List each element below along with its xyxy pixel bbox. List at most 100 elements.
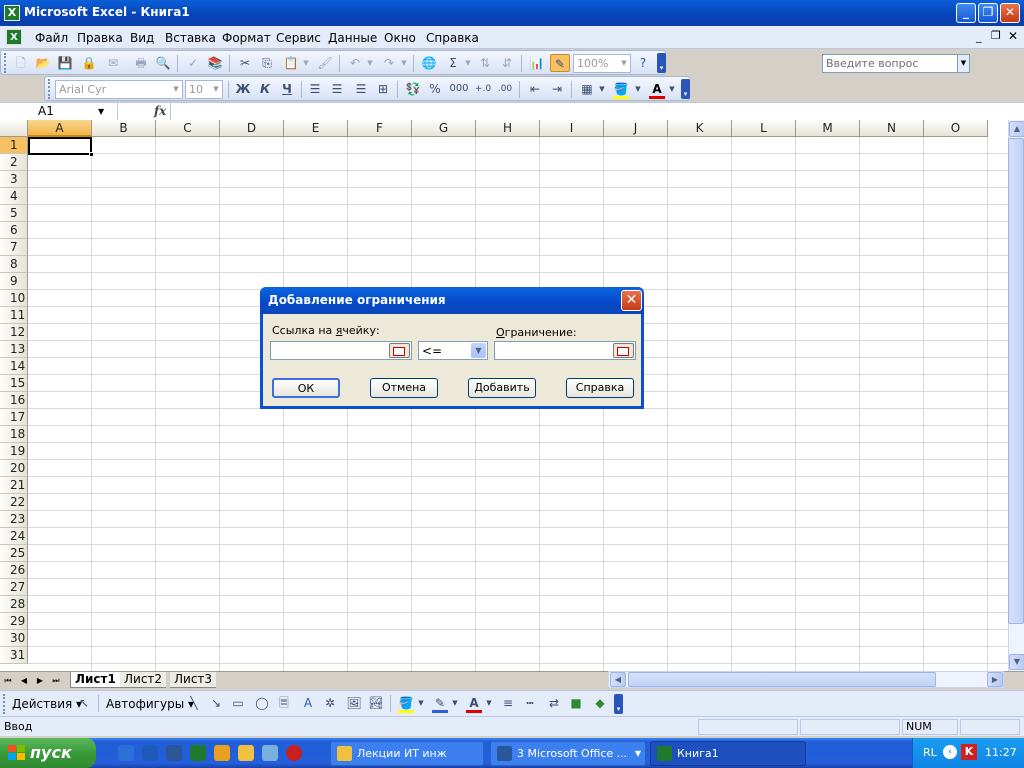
decrease-decimal-icon[interactable]: .00 [495, 80, 515, 98]
row-header-21[interactable]: 21 [0, 477, 28, 494]
merge-center-icon[interactable]: ⊞ [373, 80, 393, 98]
row-header-2[interactable]: 2 [0, 154, 28, 171]
workbook-icon[interactable]: X [6, 29, 22, 45]
horizontal-scroll-thumb[interactable] [628, 672, 936, 687]
start-button[interactable]: пуск [0, 738, 96, 768]
word-icon[interactable] [166, 745, 182, 761]
italic-button[interactable]: К [255, 80, 275, 98]
column-header-g[interactable]: G [412, 120, 476, 137]
column-header-o[interactable]: O [924, 120, 988, 137]
folder-icon[interactable] [238, 745, 254, 761]
scroll-up-icon[interactable]: ▲ [1009, 121, 1024, 137]
undo-icon[interactable]: ↶ [345, 54, 365, 72]
menu-view[interactable]: Вид [130, 31, 154, 45]
chevron-down-icon[interactable]: ▼ [633, 80, 643, 98]
range-select-icon[interactable] [613, 343, 634, 358]
excel-quicklaunch-icon[interactable] [190, 745, 206, 761]
picture-icon[interactable]: 🏞 [366, 694, 386, 712]
font-name-combo[interactable]: Arial Cyr ▼ [55, 80, 183, 99]
3d-icon[interactable]: ◆ [590, 694, 610, 712]
toolbar-options-icon[interactable]: ▾ [657, 53, 666, 73]
column-header-m[interactable]: M [796, 120, 860, 137]
draw-actions-menu[interactable]: Действия ▾ [12, 697, 82, 711]
first-sheet-icon[interactable]: ⏮ [2, 673, 14, 688]
open-icon[interactable]: 📂 [33, 54, 53, 72]
insert-function-icon[interactable]: fx [154, 104, 166, 118]
chevron-down-icon[interactable]: ▼ [170, 81, 182, 98]
kaspersky-icon[interactable]: K [961, 744, 977, 760]
toolbar-options-icon[interactable]: ▾ [681, 79, 690, 99]
rectangle-icon[interactable]: ▭ [228, 694, 248, 712]
chevron-down-icon[interactable]: ▼ [957, 55, 969, 72]
ie-icon[interactable] [118, 745, 134, 761]
doc-minimize-button[interactable]: _ [976, 30, 982, 43]
menu-help[interactable]: Справка [426, 31, 479, 45]
redo-icon[interactable]: ↷ [379, 54, 399, 72]
new-icon[interactable]: 🗋 [11, 54, 31, 72]
cancel-button[interactable]: Отмена [370, 378, 438, 398]
copy-icon[interactable]: ⎘ [257, 54, 277, 72]
constraint-input[interactable] [494, 341, 636, 360]
column-header-h[interactable]: H [476, 120, 540, 137]
next-sheet-icon[interactable]: ▶ [34, 673, 46, 688]
column-header-e[interactable]: E [284, 120, 348, 137]
row-header-31[interactable]: 31 [0, 647, 28, 664]
row-header-14[interactable]: 14 [0, 358, 28, 375]
column-header-n[interactable]: N [860, 120, 924, 137]
media-icon[interactable] [214, 745, 230, 761]
shadow-icon[interactable]: ■ [566, 694, 586, 712]
ok-button[interactable]: ОК [272, 378, 340, 398]
chevron-down-icon[interactable]: ▼ [365, 54, 375, 72]
close-button[interactable]: ✕ [1000, 3, 1020, 23]
operator-select[interactable]: <= ▼ [418, 341, 488, 360]
row-header-5[interactable]: 5 [0, 205, 28, 222]
autoshapes-menu[interactable]: Автофигуры ▾ [106, 697, 194, 711]
chevron-down-icon[interactable]: ▼ [210, 81, 222, 98]
line-style-icon[interactable]: ≡ [498, 694, 518, 712]
chevron-down-icon[interactable]: ▼ [399, 54, 409, 72]
line-icon[interactable]: ╲ [184, 694, 204, 712]
column-header-l[interactable]: L [732, 120, 796, 137]
row-header-4[interactable]: 4 [0, 188, 28, 205]
email-icon[interactable]: ✉ [103, 54, 123, 72]
borders-icon[interactable]: ▦ [577, 80, 597, 98]
ie-browser-icon[interactable] [142, 745, 158, 761]
align-center-icon[interactable]: ☰ [327, 80, 347, 98]
chevron-down-icon[interactable]: ▼ [98, 103, 110, 120]
row-header-8[interactable]: 8 [0, 256, 28, 273]
column-header-c[interactable]: C [156, 120, 220, 137]
row-header-28[interactable]: 28 [0, 596, 28, 613]
menu-tools[interactable]: Сервис [276, 31, 321, 45]
sort-descending-icon[interactable]: ⇵ [497, 54, 517, 72]
cut-icon[interactable]: ✂ [235, 54, 255, 72]
sheet-tab-2[interactable]: Лист2 [120, 672, 167, 688]
chevron-down-icon[interactable]: ▼ [667, 80, 677, 98]
row-header-10[interactable]: 10 [0, 290, 28, 307]
select-objects-icon[interactable]: ↖ [74, 694, 94, 712]
align-right-icon[interactable]: ☰ [351, 80, 371, 98]
row-header-18[interactable]: 18 [0, 426, 28, 443]
tray-expand-icon[interactable]: ‹ [943, 745, 957, 759]
language-indicator[interactable]: RL [923, 746, 937, 759]
row-header-7[interactable]: 7 [0, 239, 28, 256]
format-painter-icon[interactable]: 🖌 [315, 54, 335, 72]
column-header-b[interactable]: B [92, 120, 156, 137]
row-header-29[interactable]: 29 [0, 613, 28, 630]
print-icon[interactable]: 🖶 [131, 54, 151, 72]
wordart-icon[interactable]: A [298, 694, 318, 712]
taskbar-item-folder[interactable]: Лекции ИТ инж [330, 741, 484, 766]
prev-sheet-icon[interactable]: ◀ [18, 673, 30, 688]
row-header-23[interactable]: 23 [0, 511, 28, 528]
diagram-icon[interactable]: ✲ [320, 694, 340, 712]
paste-icon[interactable]: 📋 [281, 54, 301, 72]
row-header-25[interactable]: 25 [0, 545, 28, 562]
ask-question-box[interactable]: Введите вопрос ▼ [822, 54, 970, 73]
increase-indent-icon[interactable]: ⇥ [547, 80, 567, 98]
dialog-title-bar[interactable]: Добавление ограничения ✕ [260, 287, 644, 314]
active-cell[interactable] [28, 137, 94, 157]
decrease-indent-icon[interactable]: ⇤ [525, 80, 545, 98]
increase-decimal-icon[interactable]: +.0 [473, 80, 493, 98]
row-header-26[interactable]: 26 [0, 562, 28, 579]
last-sheet-icon[interactable]: ⏭ [50, 673, 62, 688]
range-select-icon[interactable] [389, 343, 410, 358]
